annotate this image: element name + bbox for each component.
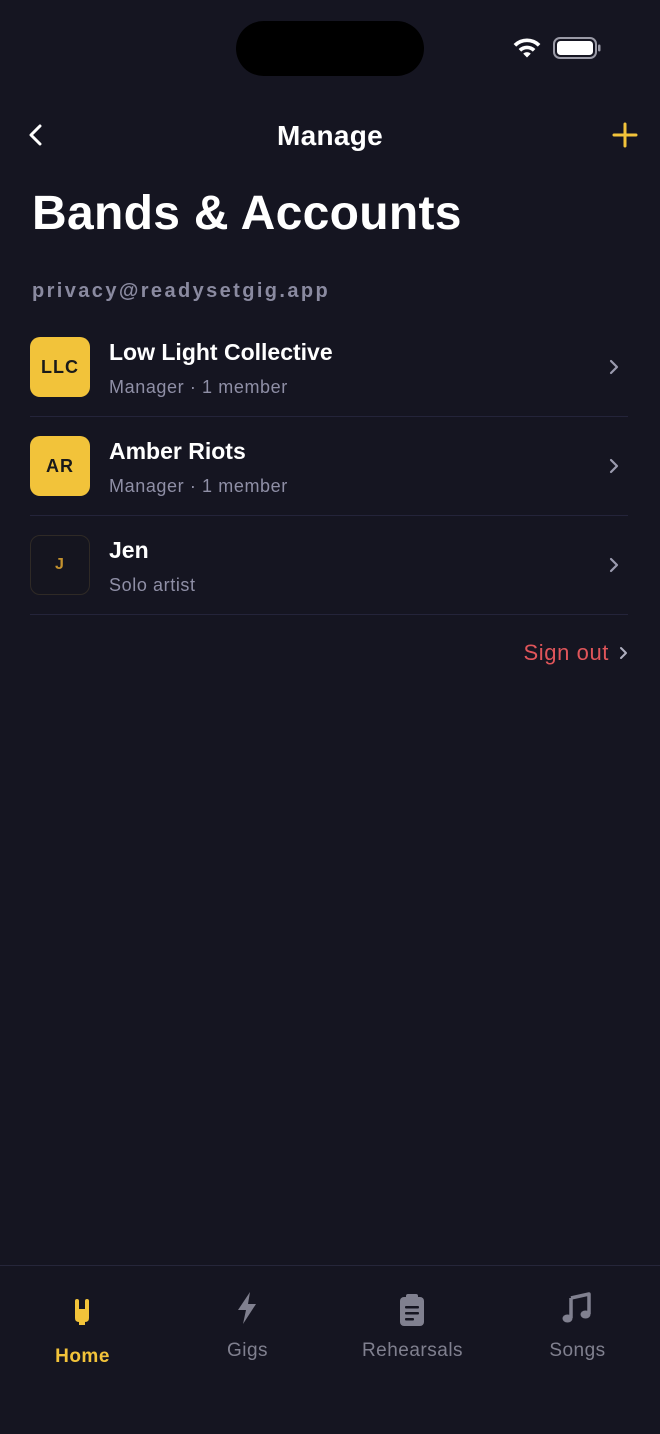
band-name: Amber Riots xyxy=(109,438,246,464)
rock-hand-icon xyxy=(75,1299,89,1325)
chevron-right-icon xyxy=(609,359,619,375)
navigation-bar: Manage xyxy=(0,110,660,160)
tab-label: Gigs xyxy=(226,1340,269,1361)
clipboard-icon xyxy=(400,1294,424,1326)
tab-home[interactable]: Home xyxy=(0,1266,165,1386)
chevron-right-icon xyxy=(620,647,627,659)
add-plus-icon[interactable] xyxy=(608,118,642,152)
band-list: LLC Low Light Collective Manager · 1 mem… xyxy=(30,318,628,615)
tab-rehearsals[interactable]: Rehearsals xyxy=(330,1266,495,1386)
lightning-icon xyxy=(238,1292,256,1324)
band-avatar: J xyxy=(30,535,90,595)
sign-out-label: Sign out xyxy=(523,640,609,665)
nav-title: Manage xyxy=(276,120,384,151)
tab-label: Home xyxy=(55,1346,110,1367)
wifi-icon xyxy=(513,38,541,58)
tab-songs[interactable]: Songs xyxy=(495,1266,660,1386)
band-row-low-light-collective[interactable]: LLC Low Light Collective Manager · 1 mem… xyxy=(30,318,628,417)
band-name: Jen xyxy=(109,537,149,563)
chevron-right-icon xyxy=(609,458,619,474)
dynamic-island xyxy=(236,21,424,76)
sign-out-button[interactable]: Sign out xyxy=(523,640,628,666)
band-meta: Manager · 1 member xyxy=(109,377,288,397)
band-row-amber-riots[interactable]: AR Amber Riots Manager · 1 member xyxy=(30,417,628,516)
battery-icon xyxy=(553,37,601,59)
band-row-jen[interactable]: J Jen Solo artist xyxy=(30,516,628,615)
band-meta: Solo artist xyxy=(109,575,196,595)
tab-label: Rehearsals xyxy=(361,1340,464,1361)
band-avatar: AR xyxy=(30,436,90,496)
tab-bar: Home Gigs Rehearsals Songs xyxy=(0,1265,660,1434)
chevron-right-icon xyxy=(609,557,619,573)
account-email: privacy@readysetgig.app xyxy=(32,280,331,302)
music-note-icon xyxy=(562,1292,591,1323)
tab-gigs[interactable]: Gigs xyxy=(165,1266,330,1386)
status-bar xyxy=(0,0,660,90)
band-avatar: LLC xyxy=(30,337,90,397)
band-name: Low Light Collective xyxy=(109,339,333,365)
tab-label: Songs xyxy=(549,1340,606,1361)
page-title: Bands & Accounts xyxy=(32,187,462,240)
band-meta: Manager · 1 member xyxy=(109,476,288,496)
